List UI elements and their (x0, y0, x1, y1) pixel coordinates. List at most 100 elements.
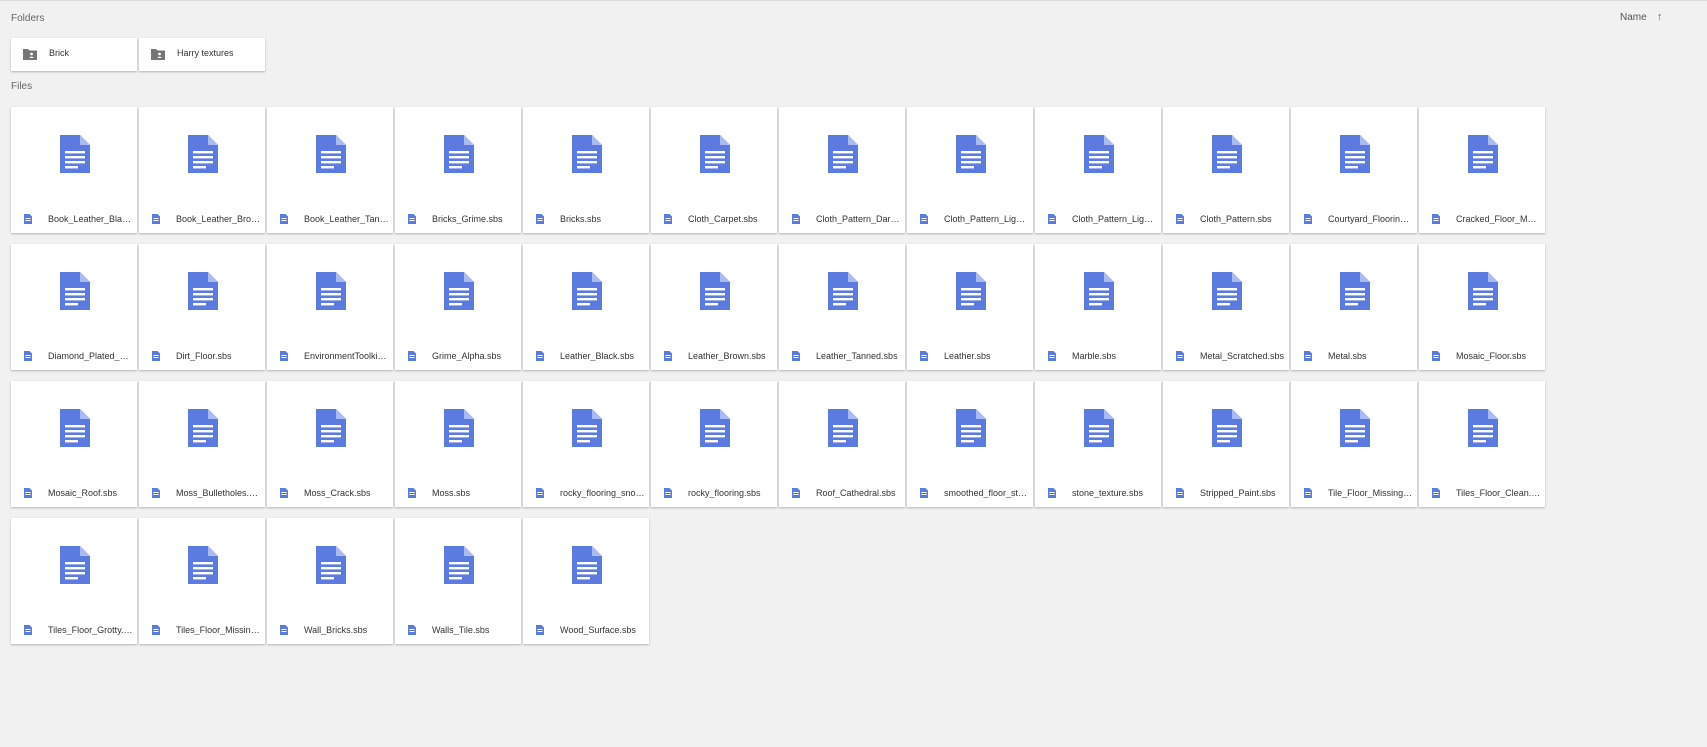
file-card[interactable]: rocky_flooring.sbs (651, 381, 777, 507)
document-type-icon (1432, 214, 1440, 224)
document-icon (1212, 135, 1242, 173)
document-icon (60, 409, 90, 447)
document-icon (572, 409, 602, 447)
folder-card-harry-textures[interactable]: Harry textures (139, 38, 265, 71)
file-card[interactable]: Roof_Cathedral.sbs (779, 381, 905, 507)
file-card[interactable]: smoothed_floor_stone.sbs (907, 381, 1033, 507)
file-card[interactable]: Stripped_Paint.sbs (1163, 381, 1289, 507)
file-name: Book_Leather_Black.sbs (48, 214, 133, 224)
document-icon (956, 409, 986, 447)
file-card[interactable]: Grime_Alpha.sbs (395, 244, 521, 370)
document-type-icon (792, 214, 800, 224)
file-card[interactable]: Book_Leather_Tan.sbs (267, 107, 393, 233)
shared-folder-icon (23, 49, 37, 60)
file-card[interactable]: Mosaic_Roof.sbs (11, 381, 137, 507)
shared-folder-icon (151, 49, 165, 60)
file-card[interactable]: Mosaic_Floor.sbs (1419, 244, 1545, 370)
document-icon (1340, 272, 1370, 310)
document-type-icon (1304, 351, 1312, 361)
folder-card-brick[interactable]: Brick (11, 38, 137, 71)
document-type-icon (280, 214, 288, 224)
file-card[interactable]: Wall_Bricks.sbs (267, 518, 393, 644)
document-icon (1468, 272, 1498, 310)
file-name: Book_Leather_Tan.sbs (304, 214, 389, 224)
document-icon (1468, 135, 1498, 173)
file-name: Diamond_Plated_Floor.sbs (48, 351, 133, 361)
file-card[interactable]: Cloth_Pattern_Dark.sbs (779, 107, 905, 233)
file-card[interactable]: Moss.sbs (395, 381, 521, 507)
file-card[interactable]: Leather.sbs (907, 244, 1033, 370)
document-icon (572, 135, 602, 173)
file-card[interactable]: Tiles_Floor_Clean.sbs (1419, 381, 1545, 507)
file-name: Bricks_Grime.sbs (432, 214, 503, 224)
document-icon (1340, 409, 1370, 447)
file-name: Cloth_Pattern.sbs (1200, 214, 1272, 224)
document-icon (188, 272, 218, 310)
file-name: Bricks.sbs (560, 214, 602, 224)
file-card[interactable]: Tile_Floor_Missing.sbs (1291, 381, 1417, 507)
file-card[interactable]: Leather_Tanned.sbs (779, 244, 905, 370)
document-icon (188, 135, 218, 173)
file-card[interactable]: Metal.sbs (1291, 244, 1417, 370)
file-card[interactable]: Cracked_Floor_Moss.sbs (1419, 107, 1545, 233)
file-name: Cloth_Pattern_Light_2.sbs (1072, 214, 1157, 224)
document-type-icon (408, 625, 416, 635)
document-type-icon (920, 214, 928, 224)
file-card[interactable]: Book_Leather_Brown.sbs (139, 107, 265, 233)
file-card[interactable]: rocky_flooring_snow.sbs (523, 381, 649, 507)
file-card[interactable]: Book_Leather_Black.sbs (11, 107, 137, 233)
document-icon (828, 272, 858, 310)
file-card[interactable]: Dirt_Floor.sbs (139, 244, 265, 370)
document-type-icon (152, 351, 160, 361)
file-name: Stripped_Paint.sbs (1200, 488, 1276, 498)
document-icon (700, 409, 730, 447)
file-card[interactable]: Moss_Bulletholes.sbs (139, 381, 265, 507)
top-divider (0, 0, 1707, 1)
file-card[interactable]: Leather_Brown.sbs (651, 244, 777, 370)
file-card[interactable]: Cloth_Carpet.sbs (651, 107, 777, 233)
file-card[interactable]: Bricks_Grime.sbs (395, 107, 521, 233)
file-card[interactable]: stone_texture.sbs (1035, 381, 1161, 507)
file-name: Tiles_Floor_Grotty.sbs (48, 625, 133, 635)
file-card[interactable]: Metal_Scratched.sbs (1163, 244, 1289, 370)
file-card[interactable]: Diamond_Plated_Floor.sbs (11, 244, 137, 370)
file-card[interactable]: Moss_Crack.sbs (267, 381, 393, 507)
document-icon (444, 546, 474, 584)
file-name: Wall_Bricks.sbs (304, 625, 368, 635)
document-type-icon (152, 214, 160, 224)
file-card[interactable]: EnvironmentToolkit.sbs (267, 244, 393, 370)
file-name: Metal_Scratched.sbs (1200, 351, 1285, 361)
document-icon (60, 135, 90, 173)
file-name: Leather_Tanned.sbs (816, 351, 898, 361)
files-section-label: Files (11, 81, 33, 92)
document-type-icon (1176, 351, 1184, 361)
file-card[interactable]: Tiles_Floor_Grotty.sbs (11, 518, 137, 644)
file-card[interactable]: Cloth_Pattern_Light_2.sbs (1035, 107, 1161, 233)
file-name: Courtyard_Flooring.sbs (1328, 214, 1413, 224)
file-card[interactable]: Cloth_Pattern.sbs (1163, 107, 1289, 233)
file-card[interactable]: Marble.sbs (1035, 244, 1161, 370)
file-card[interactable]: Cloth_Pattern_Light.sbs (907, 107, 1033, 233)
document-type-icon (408, 488, 416, 498)
document-icon (316, 409, 346, 447)
file-name: Moss_Crack.sbs (304, 488, 371, 498)
file-card[interactable]: Tiles_Floor_Missing.sbs (139, 518, 265, 644)
sort-by-name-button[interactable]: Name (1620, 12, 1647, 23)
document-type-icon (152, 488, 160, 498)
file-card[interactable]: Bricks.sbs (523, 107, 649, 233)
arrow-up-icon[interactable]: ↑ (1657, 11, 1663, 23)
document-type-icon (280, 625, 288, 635)
document-icon (1084, 409, 1114, 447)
document-icon (188, 409, 218, 447)
file-name: Moss.sbs (432, 488, 471, 498)
file-name: Metal.sbs (1328, 351, 1367, 361)
file-card[interactable]: Courtyard_Flooring.sbs (1291, 107, 1417, 233)
file-name: Tile_Floor_Missing.sbs (1328, 488, 1413, 498)
file-card[interactable]: Wood_Surface.sbs (523, 518, 649, 644)
document-type-icon (24, 625, 32, 635)
file-card[interactable]: Walls_Tile.sbs (395, 518, 521, 644)
file-card[interactable]: Leather_Black.sbs (523, 244, 649, 370)
document-icon (1084, 272, 1114, 310)
file-name: smoothed_floor_stone.sbs (944, 488, 1029, 498)
document-icon (1212, 272, 1242, 310)
